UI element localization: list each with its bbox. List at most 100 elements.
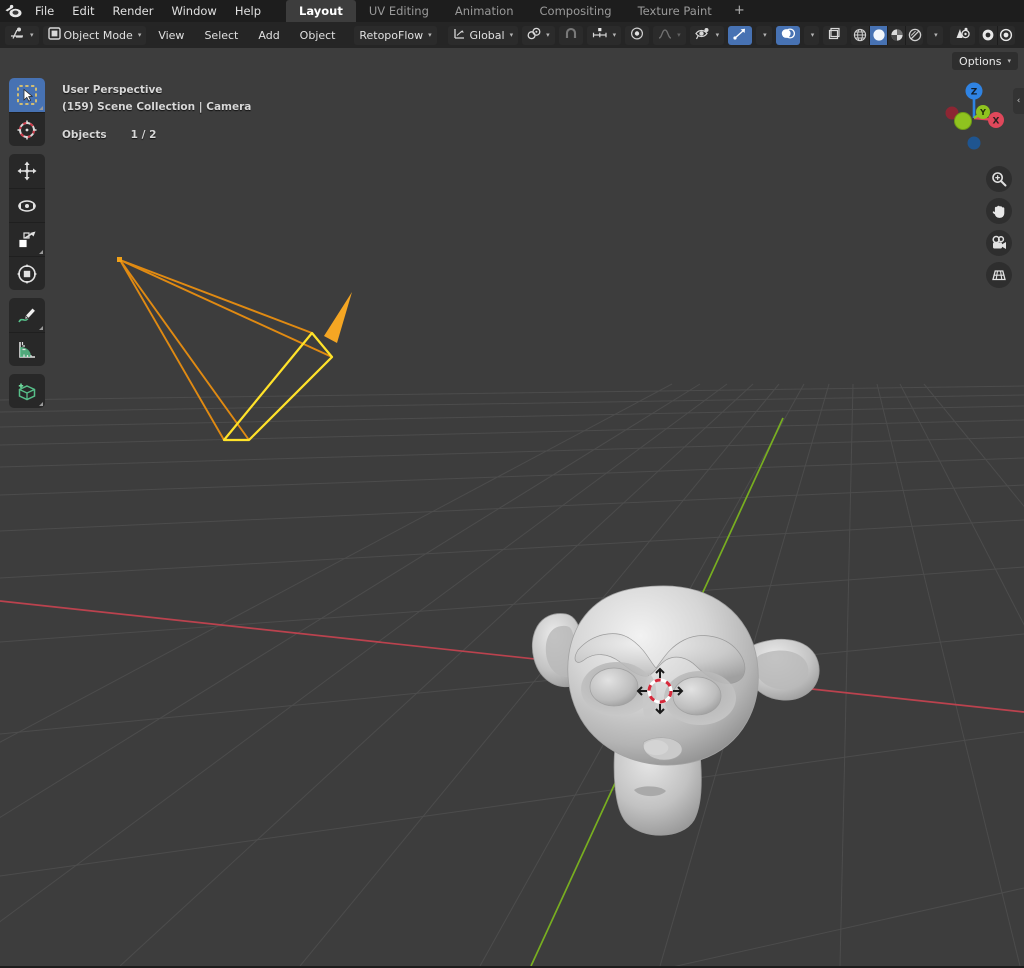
- workspace-tab-texture-paint[interactable]: Texture Paint: [625, 0, 725, 22]
- menu-help[interactable]: Help: [226, 0, 270, 22]
- show-overlays-popover[interactable]: ▾: [803, 25, 820, 45]
- shading-options-icon: [955, 27, 970, 43]
- transform-orientation-label: Global: [469, 28, 505, 42]
- xray-icon: [828, 27, 842, 43]
- show-overlays-toggle[interactable]: [775, 25, 800, 45]
- transform-orientation-icon: [453, 27, 467, 43]
- proportional-editing-icon: [630, 27, 644, 43]
- chevron-down-icon: ▾: [612, 31, 617, 39]
- blender-window: File Edit Render Window Help Layout UV E…: [0, 0, 1024, 968]
- tool-submenu-indicator: [39, 402, 43, 406]
- menu-edit[interactable]: Edit: [63, 0, 103, 22]
- svg-text:Z: Z: [971, 88, 978, 98]
- falloff-curve-icon: [658, 27, 672, 43]
- show-gizmo-popover[interactable]: ▾: [756, 25, 772, 45]
- chevron-down-icon: ▾: [30, 31, 34, 39]
- overlay-sphere-2-button[interactable]: [996, 25, 1015, 45]
- move-view-button[interactable]: [986, 198, 1012, 224]
- tool-add-cube[interactable]: [9, 374, 45, 408]
- gizmo-icon: [733, 27, 747, 43]
- tool-cursor[interactable]: [9, 112, 45, 146]
- interaction-mode-selector[interactable]: Object Mode ▾: [42, 25, 147, 45]
- menu-window[interactable]: Window: [162, 0, 225, 22]
- navigation-gizmo[interactable]: X Y Z: [932, 76, 1016, 160]
- viewport-menu-object[interactable]: Object: [292, 26, 344, 45]
- objects-count: 1 / 2: [130, 129, 157, 141]
- object-mode-icon: [47, 27, 61, 43]
- tool-submenu-indicator: [39, 250, 43, 254]
- tool-measure[interactable]: [9, 332, 45, 366]
- viewport-menu-add[interactable]: Add: [250, 26, 287, 45]
- tool-group-transform: [9, 154, 45, 290]
- viewport-options-button[interactable]: Options ▾: [952, 52, 1018, 70]
- gizmo-axis-neg-z[interactable]: [967, 136, 981, 150]
- shading-wireframe-button[interactable]: [851, 25, 870, 45]
- viewport-menu-select[interactable]: Select: [196, 26, 246, 45]
- show-gizmo-toggle[interactable]: [728, 25, 753, 45]
- chevron-down-icon: ▾: [810, 31, 815, 39]
- tool-rotate[interactable]: [9, 188, 45, 222]
- editor-type-selector[interactable]: ▾: [5, 25, 39, 45]
- shading-material-preview-button[interactable]: [887, 25, 906, 45]
- blender-logo-icon[interactable]: [0, 0, 26, 22]
- snap-increment-icon: [592, 27, 608, 43]
- snap-toggle[interactable]: [558, 25, 583, 45]
- viewport-canvas: [0, 48, 1024, 966]
- viewport-menu-retopoflow[interactable]: RetopoFlow ▾: [354, 25, 437, 45]
- svg-text:X: X: [993, 117, 1000, 127]
- tool-move[interactable]: [9, 154, 45, 188]
- toggle-xray-button[interactable]: [823, 25, 848, 45]
- 3d-viewport[interactable]: Options ▾ User Perspective (159) Scene C…: [0, 48, 1024, 966]
- magnet-icon: [564, 27, 578, 43]
- chevron-down-icon: ▾: [763, 31, 767, 39]
- viewport-toolbar: [9, 78, 45, 416]
- shading-popover[interactable]: ▾: [927, 25, 943, 45]
- viewport-navigation-buttons: [986, 166, 1012, 288]
- chevron-down-icon: ▾: [677, 31, 681, 39]
- proportional-editing-toggle[interactable]: [625, 25, 650, 45]
- proportional-falloff-selector[interactable]: ▾: [653, 25, 686, 45]
- editor-type-3d-viewport-icon: [10, 27, 25, 43]
- menu-file[interactable]: File: [26, 0, 63, 22]
- add-workspace-button[interactable]: +: [725, 0, 754, 22]
- snap-to-selector[interactable]: ▾: [586, 25, 622, 45]
- gizmo-axis-neg-y[interactable]: [954, 112, 972, 130]
- workspace-tab-layout[interactable]: Layout: [286, 0, 356, 22]
- tool-submenu-indicator: [39, 106, 43, 110]
- shading-rendered-button[interactable]: [905, 25, 924, 45]
- pivot-point-icon: [527, 27, 541, 43]
- tool-select-box[interactable]: [9, 78, 45, 112]
- chevron-down-icon: ▾: [137, 31, 142, 39]
- chevron-down-icon: ▾: [428, 31, 432, 39]
- overlay-sphere-group: [979, 25, 1015, 45]
- chevron-down-icon: ▾: [546, 31, 550, 39]
- viewport-header: ▾ Object Mode ▾ View Select Add Object R…: [0, 22, 1024, 48]
- viewport-info-collection: (159) Scene Collection | Camera: [62, 101, 252, 113]
- chevron-down-icon: ▾: [934, 31, 938, 39]
- object-type-visibility-toggle[interactable]: ▾: [689, 25, 725, 45]
- menu-render[interactable]: Render: [104, 0, 163, 22]
- transform-orientation-selector[interactable]: Global ▾: [447, 25, 519, 45]
- shading-solid-button[interactable]: [869, 25, 888, 45]
- workspace-tab-animation[interactable]: Animation: [442, 0, 527, 22]
- tool-scale[interactable]: [9, 222, 45, 256]
- tool-annotate[interactable]: [9, 298, 45, 332]
- interaction-mode-label: Object Mode: [63, 28, 133, 42]
- toggle-perspective-ortho-button[interactable]: [986, 262, 1012, 288]
- tool-transform[interactable]: [9, 256, 45, 290]
- workspace-tab-uv-editing[interactable]: UV Editing: [356, 0, 442, 22]
- camera-view-button[interactable]: [986, 230, 1012, 256]
- workspace-tab-compositing[interactable]: Compositing: [527, 0, 625, 22]
- viewport-shading-modes: [851, 25, 924, 45]
- sidebar-collapse-arrow[interactable]: ‹: [1013, 88, 1024, 114]
- tool-group-annotate: [9, 298, 45, 366]
- visibility-eye-icon: [694, 27, 711, 43]
- viewport-shading-options-button[interactable]: [950, 25, 976, 45]
- chevron-down-icon: ▾: [715, 31, 720, 39]
- zoom-view-button[interactable]: [986, 166, 1012, 192]
- viewport-menu-view[interactable]: View: [150, 26, 192, 45]
- workspace-tabs: Layout UV Editing Animation Compositing …: [286, 0, 754, 22]
- pivot-point-selector[interactable]: ▾: [522, 25, 555, 45]
- top-menu-bar: File Edit Render Window Help Layout UV E…: [0, 0, 1024, 22]
- overlay-sphere-1-button[interactable]: [979, 25, 997, 45]
